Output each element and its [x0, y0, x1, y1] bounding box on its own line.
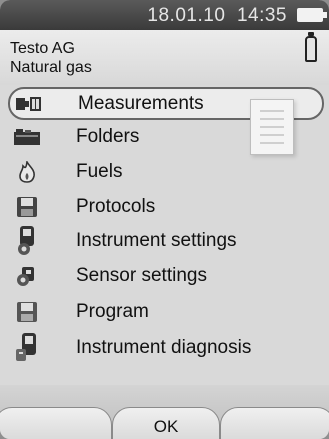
ok-button[interactable]: OK	[112, 407, 220, 439]
softkey-right[interactable]	[220, 407, 329, 439]
battery-icon	[297, 8, 327, 22]
company-name: Testo AG	[10, 40, 75, 57]
gas-bottle-icon	[305, 32, 317, 62]
menu-item-instrument-diagnosis[interactable]: Instrument diagnosis	[8, 331, 324, 364]
menu-label: Program	[76, 300, 149, 322]
menu-label: Protocols	[76, 195, 156, 217]
menu-label: Fuels	[76, 160, 123, 182]
menu-label: Instrument settings	[76, 229, 237, 251]
status-date: 18.01.10	[147, 5, 226, 26]
menu-label: Folders	[76, 125, 140, 147]
menu-item-program[interactable]: Program	[8, 295, 324, 328]
program-icon	[14, 300, 40, 324]
menu-item-sensor-settings[interactable]: Sensor settings	[8, 259, 324, 292]
softkey-bar: OK	[0, 385, 329, 439]
flame-icon	[14, 160, 40, 184]
folders-icon	[14, 125, 40, 149]
menu-label: Measurements	[78, 92, 204, 114]
menu-label: Sensor settings	[76, 264, 207, 286]
instrument-settings-icon	[14, 225, 40, 255]
instrument-diagnosis-icon	[14, 332, 40, 361]
menu-item-fuels[interactable]: Fuels	[8, 155, 324, 188]
floppy-icon	[14, 195, 40, 219]
status-bar: 18.01.10 14:35	[0, 0, 329, 30]
menu-item-protocols[interactable]: Protocols	[8, 190, 324, 223]
sensor-settings-icon	[14, 264, 40, 288]
menu-item-instrument-settings[interactable]: Instrument settings	[8, 224, 324, 257]
document-icon	[250, 99, 294, 155]
menu-label: Instrument diagnosis	[76, 336, 252, 358]
header: Testo AG Natural gas	[0, 30, 329, 85]
device-screen: 18.01.10 14:35 Testo AG Natural gas Meas…	[0, 0, 329, 439]
fuel-name: Natural gas	[10, 59, 92, 76]
softkey-left[interactable]	[0, 407, 112, 439]
status-time: 14:35	[236, 5, 287, 26]
date-time: 18.01.10 14:35	[147, 5, 287, 27]
measurements-icon	[16, 92, 42, 116]
